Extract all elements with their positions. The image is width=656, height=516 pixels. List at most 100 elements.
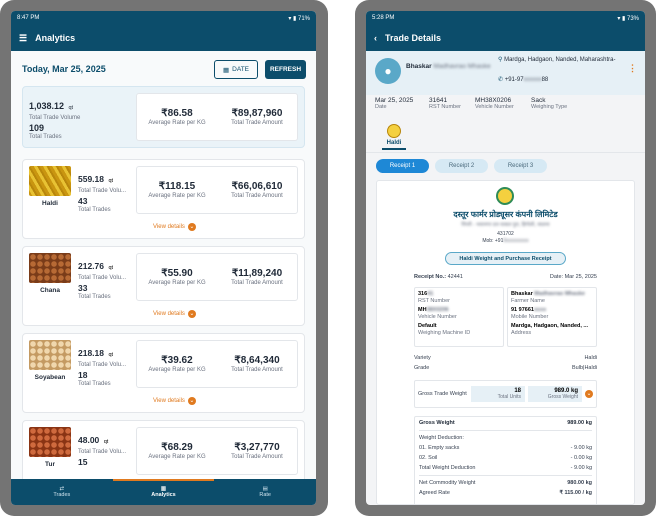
company-logo	[496, 187, 514, 205]
agreed-rate-row: Agreed Rate ₹ 115.00 / kg	[419, 490, 592, 496]
info-vehicle: MH38X0206 Vehicle Number	[475, 97, 514, 110]
nav-analytics[interactable]: ▥ Analytics	[112, 479, 215, 505]
view-details-link[interactable]: View details ⌄	[153, 310, 196, 318]
divider	[366, 152, 645, 153]
tab-haldi[interactable]: Haldi	[382, 124, 406, 150]
chevron-down-icon[interactable]: ⌄	[585, 390, 593, 398]
page-title: Trade Details	[385, 33, 442, 43]
total-volume: 1,038.12 qt Total Trade Volume	[29, 101, 81, 121]
net-weight-row: Net Commodity Weight 980.00 kg	[419, 480, 592, 486]
gross-weight-row: Gross Weight 989.00 kg	[419, 420, 592, 426]
app-bar: ‹ Trade Details	[366, 25, 645, 51]
receipt-tab-3[interactable]: Receipt 3	[494, 159, 547, 173]
average-rate: ₹55.90 Average Rate per KG	[148, 268, 206, 286]
gross-trade-weight-box[interactable]: Gross Trade Weight 18 Total Units 989.0 …	[414, 380, 597, 408]
farmer-phone: ✆ +91-97xxxxxx88	[498, 77, 549, 83]
total-deduction-row: Total Weight Deduction - 9.00 kg	[419, 465, 592, 471]
divider	[419, 430, 592, 431]
app-bar: ☰ Analytics	[11, 25, 316, 51]
more-options-icon[interactable]: ⋮	[628, 63, 637, 74]
receipt-right-col: Bhaskar Madhavrao Mhaske Farmer Name 91 …	[507, 287, 597, 347]
total-amount: ₹89,87,960 Total Trade Amount	[231, 108, 283, 126]
commodity-volume: 212.76 qt Total Trade Volu...	[78, 261, 127, 281]
bottom-nav: ⇄ Trades ▥ Analytics ▤ Rate	[11, 479, 316, 505]
commodity-volume: 218.18 qt Total Trade Volu...	[78, 348, 127, 368]
refresh-button[interactable]: REFRESH	[265, 60, 306, 79]
commodity-card-chana[interactable]: Chana 212.76 qt Total Trade Volu... 33 T…	[22, 246, 305, 326]
calendar-icon: ▦	[222, 66, 230, 74]
chevron-down-icon: ⌄	[187, 310, 196, 318]
average-rate: ₹39.62 Average Rate per KG	[148, 355, 206, 373]
commodity-name: Tur	[45, 461, 55, 468]
total-amount: ₹66,06,610 Total Trade Amount	[231, 181, 283, 199]
commodity-stats: ₹68.29 Average Rate per KG ₹3,27,770 Total…	[136, 427, 298, 475]
chevron-down-icon: ⌄	[187, 397, 196, 405]
trade-info-row: Mar 25, 2025 Date 31641 RST Number MH38X02…	[375, 97, 636, 119]
status-battery: ▾ ▮ 71%	[288, 15, 310, 22]
status-time: 8:47 PM	[17, 15, 40, 21]
tur-image	[29, 427, 71, 457]
commodity-stats: ₹55.90 Average Rate per KG ₹11,89,240 Tota…	[136, 253, 298, 301]
commodity-stats: ₹39.62 Average Rate per KG ₹8,64,340 Total…	[136, 340, 298, 388]
commodity-trades: 15	[78, 457, 88, 467]
receipt-tab-1[interactable]: Receipt 1	[376, 159, 429, 173]
chevron-down-icon: ⌄	[187, 223, 196, 231]
haldi-image	[29, 166, 71, 196]
commodity-volume: 559.18 qt Total Trade Volu...	[78, 174, 127, 194]
menu-icon[interactable]: ☰	[19, 33, 27, 44]
gross-weight: 989.0 kg Gross Weight	[528, 386, 582, 402]
average-rate: ₹68.29 Average Rate per KG	[148, 442, 206, 460]
deduction-heading: Weight Deduction:	[419, 435, 464, 441]
total-amount: ₹11,89,240 Total Trade Amount	[231, 268, 283, 286]
average-rate: ₹118.15 Average Rate per KG	[148, 181, 206, 199]
commodity-trades: 33 Total Trades	[78, 283, 111, 300]
date-heading: Today, Mar 25, 2025	[22, 64, 106, 74]
status-bar: 8:47 PM ▾ ▮ 71%	[11, 11, 316, 25]
receipt-title: Haldi Weight and Purchase Receipt	[445, 252, 566, 265]
grade-row: Grade Bulb|Haldi	[414, 365, 597, 371]
view-details-link[interactable]: View details ⌄	[153, 397, 196, 405]
total-units: 18 Total Units	[471, 386, 525, 402]
commodity-trades: 18 Total Trades	[78, 370, 111, 387]
commodity-card-haldi[interactable]: Haldi 559.18 qt Total Trade Volu... 43 T…	[22, 159, 305, 239]
info-date: Mar 25, 2025 Date	[375, 97, 414, 110]
date-button[interactable]: ▦ DATE	[214, 60, 258, 79]
commodity-card-soyabean[interactable]: Soyabean 218.18 qt Total Trade Volu... 1…	[22, 333, 305, 413]
receipt-left-col: 31641 RST Number MH38X0206 Vehicle Numbe…	[414, 287, 504, 347]
company-mobile: Mob: +919xxxxxxxxx	[482, 238, 529, 244]
average-rate: ₹86.58 Average Rate per KG	[148, 108, 206, 126]
right-device-frame: 5:28 PM ▾ ▮ 73% ‹ Trade Details ● Bhaska…	[355, 0, 656, 516]
nav-trades[interactable]: ⇄ Trades	[11, 479, 113, 505]
left-screen: 8:47 PM ▾ ▮ 71% ☰ Analytics Today, Mar 2…	[11, 11, 316, 505]
back-arrow-icon[interactable]: ‹	[374, 33, 377, 43]
divider	[419, 475, 592, 476]
page-title: Analytics	[35, 33, 76, 43]
commodity-stats: ₹118.15 Average Rate per KG ₹66,06,610 Tot…	[136, 166, 298, 214]
receipt-date: Date: Mar 25, 2025	[549, 274, 597, 280]
total-amount: ₹8,64,340 Total Trade Amount	[231, 355, 283, 373]
variety-row: Variety Haldi	[414, 355, 597, 361]
receipt-tab-2[interactable]: Receipt 2	[435, 159, 488, 173]
commodity-name: Chana	[40, 287, 60, 294]
company-pincode: 431702	[497, 231, 514, 237]
view-details-link[interactable]: View details ⌄	[153, 223, 196, 231]
commodity-name: Soyabean	[34, 374, 66, 381]
info-rst: 31641 RST Number	[429, 97, 461, 110]
total-amount: ₹3,27,770 Total Trade Amount	[231, 442, 283, 460]
phone-icon: ✆	[498, 77, 504, 83]
farmer-address: ⚲ Mardga, Hadgaon, Nanded, Maharashtra-	[498, 57, 616, 63]
summary-card: 1,038.12 qt Total Trade Volume 109 Total…	[22, 86, 305, 148]
company-address: पिंपरी - भवानगर दत्त वत्सल पुरा, हिंगोली…	[461, 222, 550, 228]
company-name: दस्तूर फार्मर प्रोड्यूसर कंपनी लिमिटेड	[453, 210, 558, 219]
avatar: ●	[375, 58, 401, 84]
commodity-trades: 43 Total Trades	[78, 196, 111, 213]
status-time: 5:28 PM	[372, 15, 395, 21]
nav-rate[interactable]: ▤ Rate	[214, 479, 316, 505]
deduction-row: 01. Empty sacks - 9.00 kg	[419, 445, 592, 451]
status-battery: ▾ ▮ 73%	[617, 15, 639, 22]
left-device-frame: 8:47 PM ▾ ▮ 71% ☰ Analytics Today, Mar 2…	[0, 0, 328, 516]
soyabean-image	[29, 340, 71, 370]
farmer-header: ● Bhaskar Madhavrao Mhaske ⚲ Mardga, Had…	[366, 51, 645, 95]
status-bar: 5:28 PM ▾ ▮ 73%	[366, 11, 645, 25]
weight-breakdown: Gross Weight 989.00 kg Weight Deduction: …	[414, 416, 597, 505]
